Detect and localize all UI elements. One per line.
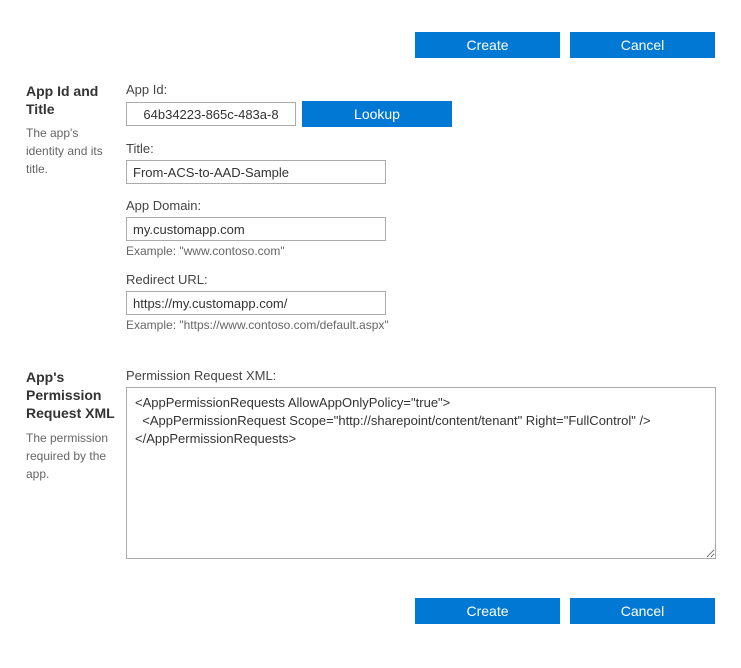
field-title: Title: bbox=[126, 141, 715, 184]
app-id-row: Lookup bbox=[126, 101, 715, 127]
permission-xml-textarea[interactable] bbox=[126, 387, 716, 559]
create-button[interactable]: Create bbox=[415, 32, 560, 58]
redirect-url-hint: Example: "https://www.contoso.com/defaul… bbox=[126, 318, 715, 332]
section-main: App Id: Lookup Title: App Domain: Exampl… bbox=[126, 82, 715, 346]
section-side: App's Permission Request XML The permiss… bbox=[26, 368, 126, 483]
top-button-row: Create Cancel bbox=[26, 32, 715, 58]
section-main: Permission Request XML: bbox=[126, 368, 716, 576]
section-app-id-title: App Id and Title The app's identity and … bbox=[26, 82, 715, 346]
app-domain-input[interactable] bbox=[126, 217, 386, 241]
field-app-domain: App Domain: Example: "www.contoso.com" bbox=[126, 198, 715, 258]
field-redirect-url: Redirect URL: Example: "https://www.cont… bbox=[126, 272, 715, 332]
field-app-id: App Id: Lookup bbox=[126, 82, 715, 127]
field-permission-xml: Permission Request XML: bbox=[126, 368, 716, 562]
create-button[interactable]: Create bbox=[415, 598, 560, 624]
cancel-button[interactable]: Cancel bbox=[570, 32, 715, 58]
section-title: App Id and Title bbox=[26, 82, 118, 118]
title-input[interactable] bbox=[126, 160, 386, 184]
section-desc: The permission required by the app. bbox=[26, 429, 118, 483]
section-side: App Id and Title The app's identity and … bbox=[26, 82, 126, 178]
section-desc: The app's identity and its title. bbox=[26, 124, 118, 178]
app-domain-hint: Example: "www.contoso.com" bbox=[126, 244, 715, 258]
title-label: Title: bbox=[126, 141, 715, 156]
lookup-button[interactable]: Lookup bbox=[302, 101, 452, 127]
app-id-input[interactable] bbox=[126, 102, 296, 126]
redirect-url-input[interactable] bbox=[126, 291, 386, 315]
bottom-button-row: Create Cancel bbox=[26, 598, 715, 624]
section-permission-xml: App's Permission Request XML The permiss… bbox=[26, 368, 715, 576]
cancel-button[interactable]: Cancel bbox=[570, 598, 715, 624]
section-title: App's Permission Request XML bbox=[26, 368, 118, 423]
app-id-label: App Id: bbox=[126, 82, 715, 97]
permission-xml-label: Permission Request XML: bbox=[126, 368, 716, 383]
app-domain-label: App Domain: bbox=[126, 198, 715, 213]
redirect-url-label: Redirect URL: bbox=[126, 272, 715, 287]
